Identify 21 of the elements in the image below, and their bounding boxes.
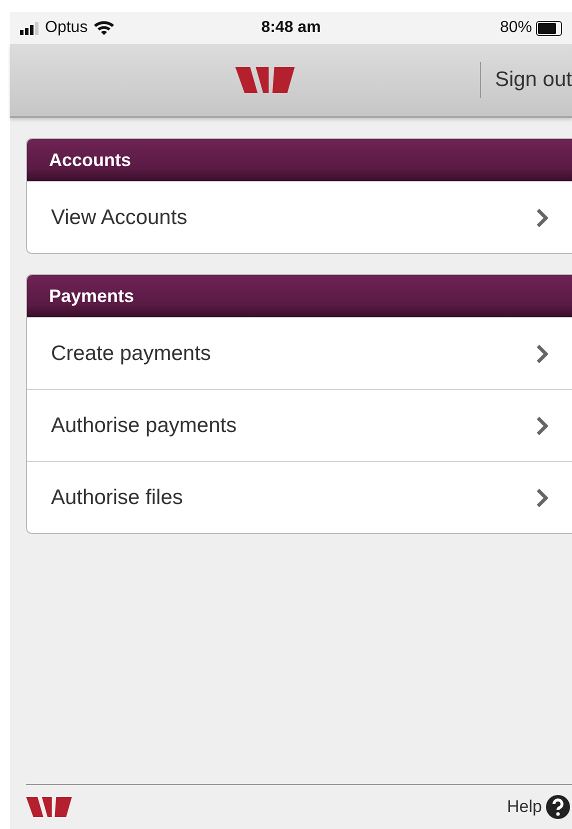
battery-icon: [536, 20, 562, 36]
battery-percent: 80%: [500, 19, 532, 37]
chevron-icon: [536, 488, 548, 508]
carrier-name: Optus: [45, 19, 88, 37]
chevron-icon: [536, 416, 548, 436]
menu-item[interactable]: Create payments: [27, 317, 572, 389]
help-icon: [546, 795, 570, 819]
logo-icon: [232, 67, 297, 93]
clock-time: 8:48 am: [260, 19, 322, 37]
chevron-icon: [536, 344, 548, 364]
chevron-icon: [536, 208, 548, 228]
help-link[interactable]: Help: [507, 795, 570, 819]
section-header: Accounts: [27, 139, 572, 181]
menu-item[interactable]: Authorise payments: [27, 389, 572, 461]
logo-icon: [26, 797, 72, 817]
signal-icon: [20, 22, 40, 34]
menu-item[interactable]: Authorise files: [27, 461, 572, 533]
wifi-icon: [92, 20, 115, 36]
menu-item[interactable]: View Accounts: [27, 181, 572, 253]
sign-out-link[interactable]: Sign out: [494, 68, 572, 92]
section-header: Payments: [27, 275, 572, 317]
